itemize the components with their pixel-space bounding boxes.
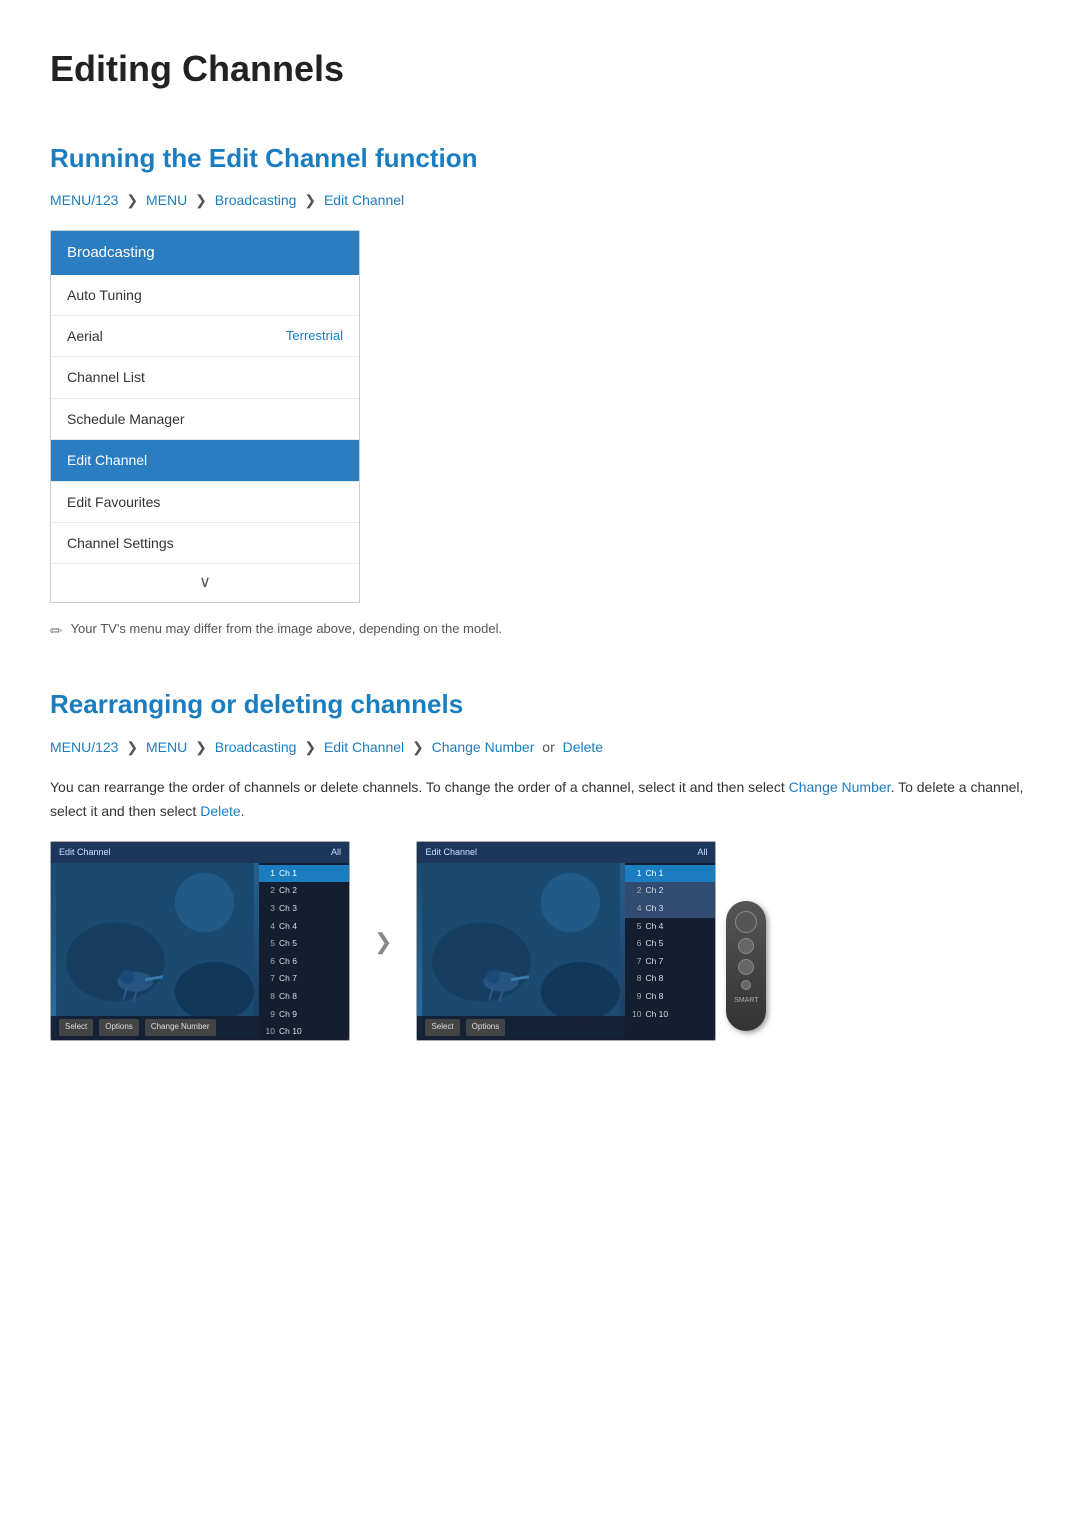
rch-item-3: 4Ch 3: [625, 900, 715, 918]
menu-item-channel-list[interactable]: Channel List: [51, 357, 359, 398]
screen-right-channel-list: 1Ch 1 2Ch 2 4Ch 3 5Ch 4 6Ch 5 7Ch 7 8Ch …: [625, 863, 715, 1039]
diver-scene-left: [51, 863, 259, 1039]
note-text: Your TV's menu may differ from the image…: [71, 619, 503, 640]
ch-item-5: 5Ch 5: [259, 935, 349, 953]
remote-label: SMART: [734, 995, 758, 1006]
bc2-or: or: [542, 739, 554, 755]
rch-item-7: 8Ch 8: [625, 970, 715, 988]
ch-item-2: 2Ch 2: [259, 882, 349, 900]
diver-scene-right: [417, 863, 625, 1039]
screen-right-wrapper: Edit Channel All: [416, 841, 716, 1041]
menu-item-label: Aerial: [67, 325, 103, 347]
screen-left-bottombar: Select Options Change Number: [51, 1016, 259, 1039]
menu-item-label: Channel List: [67, 366, 145, 388]
rch-item-4: 5Ch 4: [625, 918, 715, 936]
body-text-section2: You can rearrange the order of channels …: [50, 776, 1030, 824]
bc2-part2: Broadcasting: [215, 739, 297, 755]
breadcrumb-section2: MENU/123 ❯ MENU ❯ Broadcasting ❯ Edit Ch…: [50, 736, 1030, 758]
section-rearranging-deleting: Rearranging or deleting channels MENU/12…: [50, 684, 1030, 1042]
remote-btn-2: [738, 959, 754, 975]
menu-chevron: ∨: [51, 564, 359, 602]
sep2: ❯: [304, 192, 320, 208]
rch-item-9: 10Ch 10: [625, 1006, 715, 1024]
screen-left-wrapper: Edit Channel All: [50, 841, 350, 1041]
bc2-part1: MENU: [146, 739, 187, 755]
screen-right-content: Select Options 1Ch 1 2Ch 2 4Ch 3 5Ch 4 6…: [417, 863, 715, 1039]
menu-header: Broadcasting: [51, 231, 359, 275]
note-section1: ✏ Your TV's menu may differ from the ima…: [50, 619, 1030, 644]
arrow-separator: ❯: [374, 924, 392, 959]
breadcrumb-part-1: MENU: [146, 192, 187, 208]
ch-item-9: 9Ch 9: [259, 1006, 349, 1024]
screen-left-topbar: Edit Channel All: [51, 842, 349, 862]
sep0: ❯: [126, 192, 142, 208]
remote-btn-3: [741, 980, 751, 990]
page-title: Editing Channels: [50, 40, 1030, 98]
breadcrumb-part-0: MENU/123: [50, 192, 118, 208]
ch-item-6: 6Ch 6: [259, 953, 349, 971]
section2-title: Rearranging or deleting channels: [50, 684, 1030, 726]
remote-btn-main: [735, 911, 757, 933]
menu-item-edit-favourites[interactable]: Edit Favourites: [51, 482, 359, 523]
menu-item-channel-settings[interactable]: Channel Settings: [51, 523, 359, 564]
breadcrumb-section1: MENU/123 ❯ MENU ❯ Broadcasting ❯ Edit Ch…: [50, 189, 1030, 211]
menu-item-label: Auto Tuning: [67, 284, 142, 306]
menu-item-label: Edit Favourites: [67, 491, 160, 513]
remote-control: SMART: [726, 901, 766, 1031]
screen-right-bg: Select Options: [417, 863, 625, 1039]
section1-title: Running the Edit Channel function: [50, 138, 1030, 180]
screen-right-topbar: Edit Channel All: [417, 842, 715, 862]
menu-item-label: Channel Settings: [67, 532, 174, 554]
ch-item-4: 4Ch 4: [259, 918, 349, 936]
screen-left-bg: Select Options Change Number: [51, 863, 259, 1039]
screen-right-bottombar: Select Options: [417, 1016, 625, 1039]
sep1: ❯: [195, 192, 211, 208]
bc2-part0: MENU/123: [50, 739, 118, 755]
rch-item-1: 1Ch 1: [625, 865, 715, 883]
ch-item-3: 3Ch 3: [259, 900, 349, 918]
broadcasting-menu: Broadcasting Auto Tuning Aerial Terrestr…: [50, 230, 360, 603]
rch-item-8: 9Ch 8: [625, 988, 715, 1006]
pencil-icon: ✏: [50, 620, 63, 644]
screen-left-channel-list: 1Ch 1 2Ch 2 3Ch 3 4Ch 4 5Ch 5 6Ch 6 7Ch …: [259, 863, 349, 1039]
images-row: Edit Channel All: [50, 841, 1030, 1041]
remote-btn-1: [738, 938, 754, 954]
menu-item-edit-channel[interactable]: Edit Channel: [51, 440, 359, 481]
menu-item-label: Edit Channel: [67, 449, 147, 471]
breadcrumb-part-2: Broadcasting: [215, 192, 297, 208]
screen-left-content: Select Options Change Number 1Ch 1 2Ch 2…: [51, 863, 349, 1039]
menu-item-label: Schedule Manager: [67, 408, 185, 430]
link-change-number: Change Number: [789, 779, 891, 795]
menu-item-value: Terrestrial: [286, 326, 343, 347]
rch-item-6: 7Ch 7: [625, 953, 715, 971]
menu-item-aerial[interactable]: Aerial Terrestrial: [51, 316, 359, 357]
breadcrumb-part-3: Edit Channel: [324, 192, 404, 208]
screen-left: Edit Channel All: [50, 841, 350, 1041]
screen-right: Edit Channel All: [416, 841, 716, 1041]
section-running-edit-channel: Running the Edit Channel function MENU/1…: [50, 138, 1030, 644]
ch-item-7: 7Ch 7: [259, 970, 349, 988]
rch-item-2: 2Ch 2: [625, 882, 715, 900]
bc2-part4: Change Number: [432, 739, 535, 755]
ch-item-8: 8Ch 8: [259, 988, 349, 1006]
ch-item-10: 10Ch 10: [259, 1023, 349, 1039]
rch-item-5: 6Ch 5: [625, 935, 715, 953]
ch-item-1: 1Ch 1: [259, 865, 349, 883]
menu-item-schedule-manager[interactable]: Schedule Manager: [51, 399, 359, 440]
menu-item-auto-tuning[interactable]: Auto Tuning: [51, 275, 359, 316]
link-delete: Delete: [200, 803, 240, 819]
bc2-part3: Edit Channel: [324, 739, 404, 755]
bc2-part5: Delete: [563, 739, 603, 755]
